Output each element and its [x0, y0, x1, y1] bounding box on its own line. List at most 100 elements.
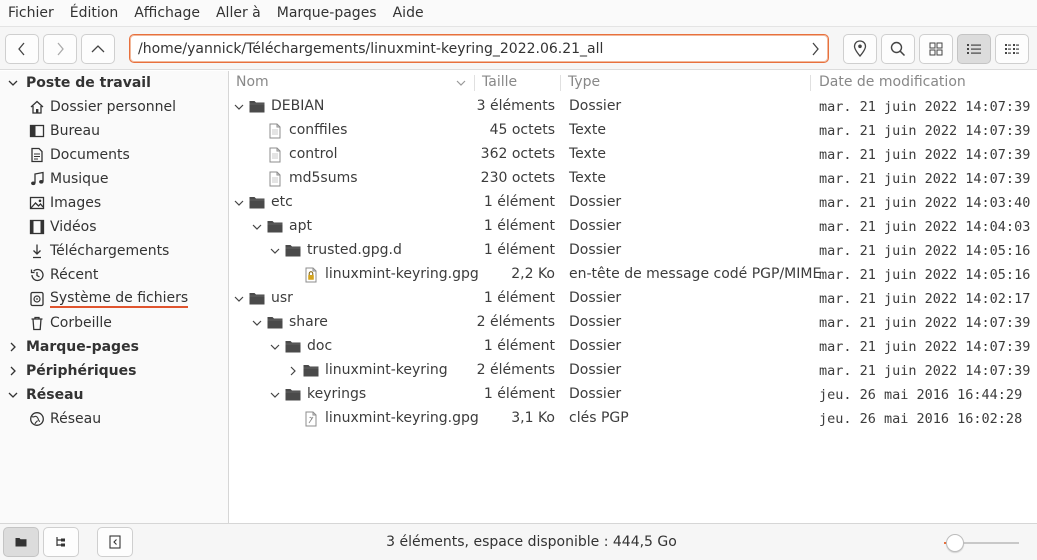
file-size: 362 octets	[480, 146, 555, 162]
file-row[interactable]: linuxmint-keyring.gpg 2,2 Ko en-tête de me…	[230, 263, 1037, 287]
chevron-right-icon[interactable]	[8, 366, 18, 376]
menu-marque-pages[interactable]: Marque-pages	[269, 0, 385, 27]
column-separator[interactable]	[560, 75, 561, 91]
chevron-right-icon[interactable]	[810, 41, 820, 57]
location-pin-icon	[853, 40, 867, 57]
folder-row[interactable]: DEBIAN 3 éléments Dossier mar. 21 juin 2022…	[230, 95, 1037, 119]
icon-view-button[interactable]	[919, 34, 953, 64]
back-button[interactable]	[5, 34, 39, 64]
expander-chevron-down-icon[interactable]	[270, 342, 280, 352]
expander-chevron-down-icon[interactable]	[270, 390, 280, 400]
file-type: Dossier	[569, 218, 622, 234]
column-header-type[interactable]: Type	[568, 74, 600, 90]
folder-row[interactable]: keyrings 1 élément Dossier jeu. 26 mai 2016…	[230, 383, 1037, 407]
sidebar-item-label: Récent	[50, 267, 99, 283]
sidebar-item-recent[interactable]: Récent	[0, 263, 228, 287]
file-name: md5sums	[289, 170, 358, 186]
file-size: 1 élément	[483, 290, 555, 306]
expander-chevron-down-icon[interactable]	[252, 222, 262, 232]
file-date: mar. 21 juin 2022 14:07:39	[819, 147, 1031, 163]
sidebar-item-dossier-personnel[interactable]: Dossier personnel	[0, 95, 228, 119]
expander-chevron-down-icon[interactable]	[234, 294, 244, 304]
sidebar-item-systeme-de-fichiers[interactable]: Système de fichiers	[0, 287, 228, 311]
file-size: 2 éléments	[476, 362, 555, 378]
column-header-size[interactable]: Taille	[482, 74, 517, 90]
desktop-icon	[29, 124, 45, 138]
file-size: 1 élément	[483, 242, 555, 258]
expander-chevron-down-icon[interactable]	[234, 198, 244, 208]
sidebar-section-marque-pages[interactable]: Marque-pages	[0, 335, 228, 359]
chevron-right-icon[interactable]	[8, 342, 18, 352]
column-separator[interactable]	[810, 75, 811, 91]
menu-edition[interactable]: Édition	[62, 0, 126, 27]
sidebar-item-videos[interactable]: Vidéos	[0, 215, 228, 239]
sidebar-item-reseau[interactable]: Réseau	[0, 407, 228, 431]
up-button[interactable]	[81, 34, 115, 64]
list-view-button[interactable]	[957, 34, 991, 64]
column-header-date[interactable]: Date de modification	[819, 74, 966, 90]
sidebar-section-peripheriques[interactable]: Périphériques	[0, 359, 228, 383]
file-row[interactable]: linuxmint-keyring.gpg 3,1 Ko clés PGP jeu. …	[230, 407, 1037, 431]
sidebar-item-musique[interactable]: Musique	[0, 167, 228, 191]
folder-row[interactable]: trusted.gpg.d 1 élément Dossier mar. 21 jui…	[230, 239, 1037, 263]
pgp-key-icon	[305, 411, 317, 427]
chevron-up-icon	[91, 45, 105, 53]
file-date: mar. 21 juin 2022 14:07:39	[819, 99, 1031, 115]
expander-chevron-right-icon[interactable]	[288, 366, 298, 376]
sidebar-item-telechargements[interactable]: Téléchargements	[0, 239, 228, 263]
file-date: mar. 21 juin 2022 14:05:16	[819, 243, 1031, 259]
sidebar-item-corbeille[interactable]: Corbeille	[0, 311, 228, 335]
file-name: doc	[307, 338, 333, 354]
column-separator[interactable]	[474, 75, 475, 91]
file-row[interactable]: md5sums 230 octets Texte mar. 21 juin 2022 …	[230, 167, 1037, 191]
document-icon	[31, 147, 43, 163]
file-row[interactable]: conffiles 45 octets Texte mar. 21 juin 2022…	[230, 119, 1037, 143]
menu-aller[interactable]: Aller à	[208, 0, 269, 27]
sidebar-item-bureau[interactable]: Bureau	[0, 119, 228, 143]
expander-chevron-down-icon[interactable]	[234, 102, 244, 112]
sort-chevron-down-icon[interactable]	[456, 79, 466, 87]
sidebar-item-label: Corbeille	[50, 315, 112, 331]
folder-row[interactable]: etc 1 élément Dossier mar. 21 juin 2022 14:…	[230, 191, 1037, 215]
file-type: Dossier	[569, 290, 622, 306]
file-size: 2 éléments	[476, 314, 555, 330]
chevron-down-icon[interactable]	[8, 78, 18, 88]
file-type: Dossier	[569, 386, 622, 402]
file-size: 1 élément	[483, 386, 555, 402]
sidebar-item-label: Dossier personnel	[50, 99, 177, 115]
file-size: 45 octets	[489, 122, 555, 138]
list-icon	[967, 44, 981, 54]
file-type: Dossier	[569, 362, 622, 378]
sidebar-section-reseau[interactable]: Réseau	[0, 383, 228, 407]
column-header-name[interactable]: Nom	[236, 74, 269, 90]
expander-chevron-down-icon[interactable]	[270, 246, 280, 256]
zoom-slider-knob[interactable]	[946, 534, 964, 552]
file-size: 230 octets	[480, 170, 555, 186]
sidebar-item-images[interactable]: Images	[0, 191, 228, 215]
forward-button[interactable]	[43, 34, 77, 64]
sidebar-section-poste[interactable]: Poste de travail	[0, 71, 228, 95]
sidebar-item-documents[interactable]: Documents	[0, 143, 228, 167]
file-name: control	[289, 146, 338, 162]
toggle-location-button[interactable]	[843, 34, 877, 64]
menu-aide[interactable]: Aide	[385, 0, 432, 27]
chevron-left-icon	[18, 42, 25, 56]
menu-fichier[interactable]: Fichier	[0, 0, 62, 27]
file-type: en-tête de message codé PGP/MIME	[569, 266, 822, 282]
search-button[interactable]	[881, 34, 915, 64]
expander-chevron-down-icon[interactable]	[252, 318, 262, 328]
folder-row[interactable]: apt 1 élément Dossier mar. 21 juin 2022 14:…	[230, 215, 1037, 239]
compact-view-button[interactable]	[995, 34, 1029, 64]
file-row[interactable]: control 362 octets Texte mar. 21 juin 2022 …	[230, 143, 1037, 167]
location-bar[interactable]: /home/yannick/Téléchargements/linuxmint-…	[129, 34, 829, 63]
folder-row[interactable]: doc 1 élément Dossier mar. 21 juin 2022 14:…	[230, 335, 1037, 359]
chevron-down-icon[interactable]	[8, 390, 18, 400]
folder-row[interactable]: linuxmint-keyring 2 éléments Dossier mar. 2…	[230, 359, 1037, 383]
menu-affichage[interactable]: Affichage	[126, 0, 208, 27]
column-header-row: Nom Taille Type Date de modification	[230, 71, 1037, 94]
folder-row[interactable]: usr 1 élément Dossier mar. 21 juin 2022 14:…	[230, 287, 1037, 311]
file-size: 1 élément	[483, 338, 555, 354]
file-name: DEBIAN	[271, 98, 325, 114]
folder-row[interactable]: share 2 éléments Dossier mar. 21 juin 2022 …	[230, 311, 1037, 335]
sidebar-item-label: Réseau	[50, 411, 102, 427]
